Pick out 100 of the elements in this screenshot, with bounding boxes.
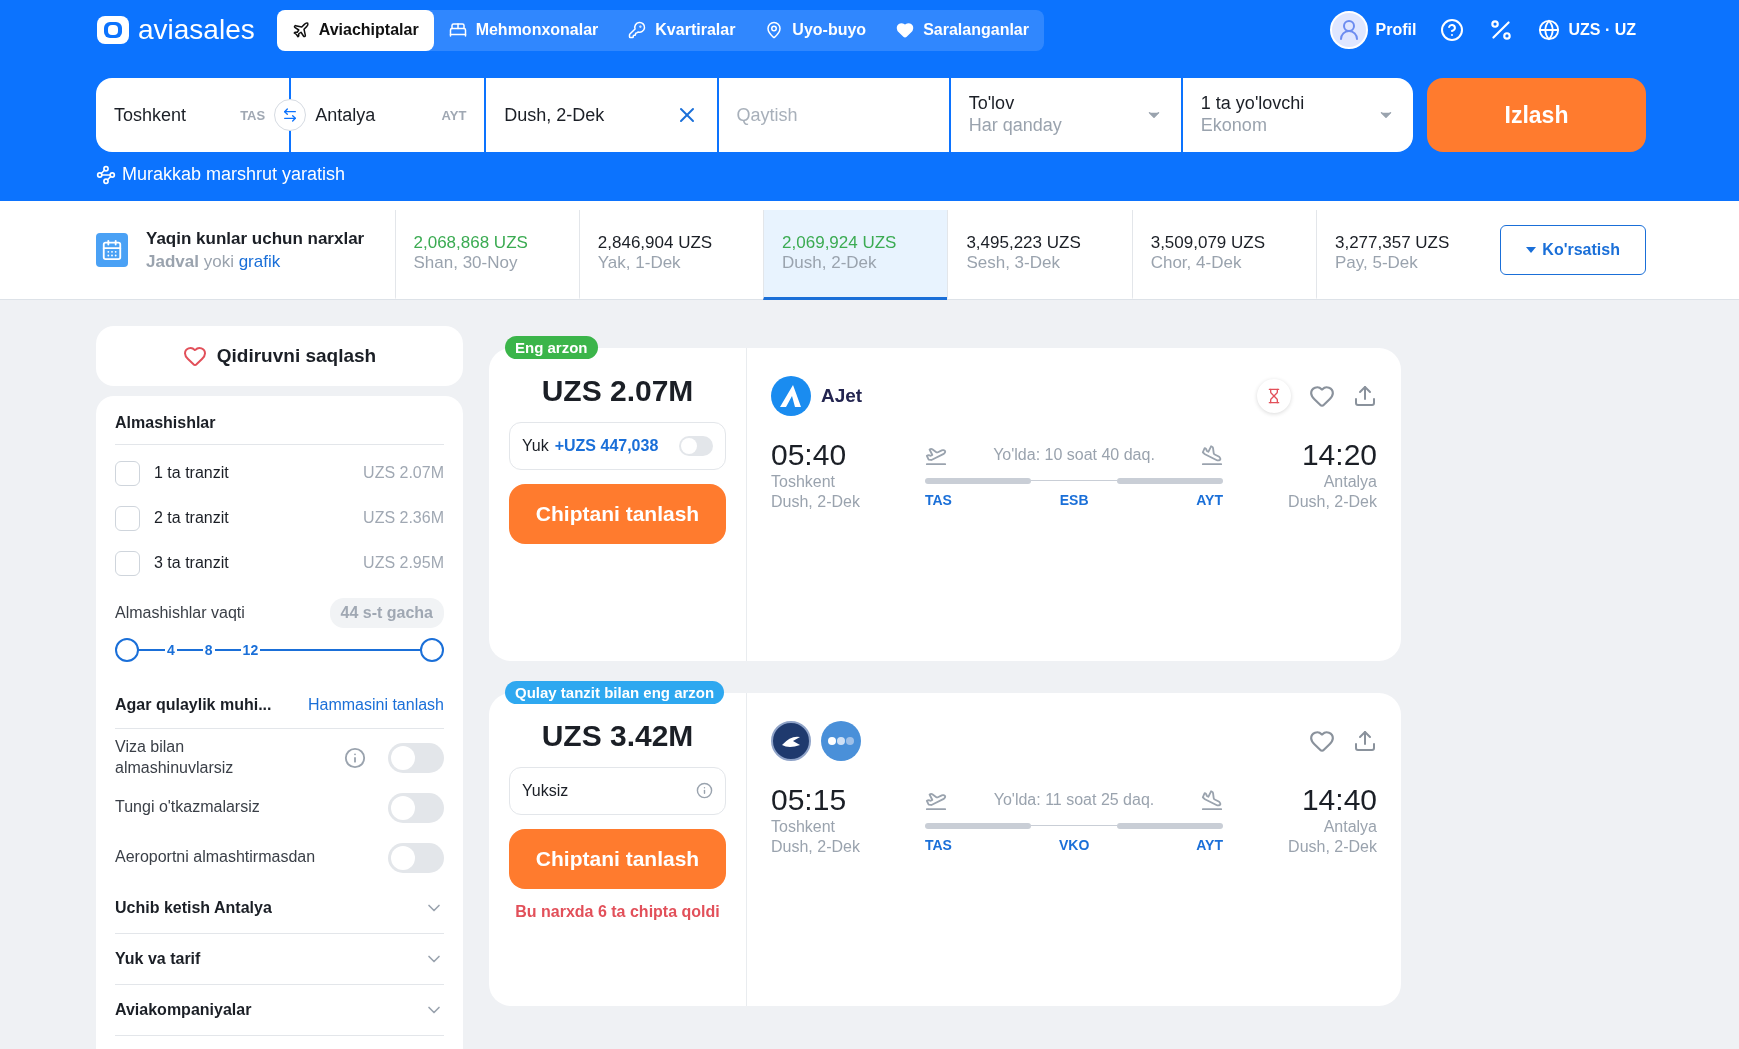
checkbox[interactable] <box>115 505 140 531</box>
arrival-time: 14:20 <box>1301 437 1377 472</box>
toggle-switch[interactable] <box>388 792 444 823</box>
ticket-price: UZS 2.07M <box>540 373 695 408</box>
destination-field[interactable]: Antalya AYT <box>291 78 485 152</box>
logo-icon <box>96 13 130 47</box>
payment-dropdown[interactable]: To'lov Har qanday <box>950 78 1181 152</box>
seats-left-warning: Bu narxda 6 ta chipta qoldi <box>514 902 721 921</box>
depart-date-field[interactable]: Dush, 2-Dek <box>486 78 717 152</box>
departure-city: Toshkent <box>771 816 836 837</box>
show-button[interactable]: Ko'rsatish <box>1500 225 1646 275</box>
chart-link[interactable]: grafik <box>238 251 281 271</box>
collapsible-section[interactable]: Yuk va tarif <box>115 933 444 985</box>
airline-logo <box>771 375 811 416</box>
date-price-tab[interactable]: 2,069,924 UZS Dush, 2-Dek <box>763 209 948 300</box>
avatar-icon <box>1329 11 1368 49</box>
collapsible-section[interactable]: Uchib ketish Antalya <box>115 882 444 934</box>
save-search-button[interactable]: Qidiruvni saqlash <box>96 325 463 386</box>
departure-date: Dush, 2-Dek <box>771 492 860 513</box>
transfer-time-badge: 44 s-t gacha <box>329 597 444 628</box>
origin-field[interactable]: Toshkent TAS <box>96 78 290 152</box>
nav-tab[interactable]: Uyo-buyo <box>750 9 882 51</box>
collapsible-section[interactable]: Aviakompaniyalar <box>115 984 444 1036</box>
nav-tab[interactable]: Aviachiptalar <box>276 9 434 51</box>
date-price-tab[interactable]: 2,068,868 UZS Shan, 30-Noy <box>394 209 579 300</box>
profile-button[interactable]: Profil <box>1329 11 1417 49</box>
ticket-badge: Eng arzon <box>505 335 598 359</box>
toggle-switch[interactable] <box>388 742 444 773</box>
airport-code: TAS <box>925 836 952 853</box>
favorites-icon <box>896 21 915 39</box>
arrival-city: Antalya <box>1323 816 1377 837</box>
share-icon[interactable] <box>1353 383 1377 408</box>
arrival-city: Antalya <box>1323 471 1377 492</box>
landing-icon <box>1201 443 1223 466</box>
baggage-option[interactable]: Yuk +UZS 447,038 <box>509 421 726 470</box>
airport-code: VKO <box>1058 836 1090 853</box>
select-ticket-button[interactable]: Chiptani tanlash <box>509 483 726 544</box>
checkbox[interactable] <box>115 460 140 486</box>
share-icon[interactable] <box>1353 728 1377 753</box>
section-title: Almashishlar <box>115 409 444 445</box>
nav-tab[interactable]: Saralanganlar <box>881 9 1044 51</box>
ticket-badge: Qulay tanzit bilan eng arzon <box>505 680 725 704</box>
arrival-time: 14:40 <box>1301 782 1377 817</box>
caret-icon <box>1526 247 1537 253</box>
baggage-toggle[interactable] <box>679 435 713 456</box>
calendar-icon <box>96 233 128 267</box>
nav-tab[interactable]: Mehmonxonalar <box>433 9 614 51</box>
complex-route-link[interactable]: Murakkab marshrut yaratish <box>96 164 346 185</box>
departure-time: 05:15 <box>771 782 847 817</box>
or-text: yoki <box>203 251 234 271</box>
locale-button[interactable]: UZS · UZ <box>1538 19 1636 41</box>
select-ticket-button[interactable]: Chiptani tanlash <box>509 828 726 889</box>
airline-name: AJet <box>821 384 863 407</box>
checkbox-label: 1 ta tranzit <box>154 464 229 482</box>
help-icon[interactable] <box>1440 18 1465 42</box>
option-price: UZS 2.36M <box>363 509 444 527</box>
swap-icon <box>282 107 299 123</box>
ticket-price: UZS 3.42M <box>540 718 695 753</box>
checkbox[interactable] <box>115 550 140 576</box>
baggage-label: Yuk <box>522 436 549 455</box>
airport-code: AYT <box>1196 491 1223 508</box>
baggage-option[interactable]: Yuksiz <box>509 766 726 815</box>
option-price: UZS 2.95M <box>363 554 444 572</box>
select-all-link[interactable]: Hammasini tanlash <box>307 695 444 714</box>
checkbox-label: 2 ta tranzit <box>154 509 229 527</box>
info-icon[interactable] <box>344 746 366 769</box>
baggage-price: +UZS 447,038 <box>554 436 659 455</box>
date-price-tab[interactable]: 3,495,223 UZS Sesh, 3-Dek <box>947 209 1132 300</box>
slider-thumb[interactable] <box>115 637 139 662</box>
section-title: Agar qulaylik muhi... <box>115 695 272 714</box>
date-price-tab[interactable]: 3,509,079 UZS Chor, 4-Dek <box>1131 209 1316 300</box>
landing-icon <box>1201 788 1223 811</box>
info-icon[interactable] <box>696 782 713 799</box>
calendar-title: Yaqin kunlar uchun narxlar <box>146 228 365 249</box>
hourglass-icon[interactable] <box>1257 378 1291 413</box>
departure-time: 05:40 <box>771 437 847 472</box>
more-airlines-icon <box>821 720 861 761</box>
arrival-date: Dush, 2-Dek <box>1288 837 1377 858</box>
apartments-icon <box>628 21 647 39</box>
airport-code: ESB <box>1059 491 1089 508</box>
tours-icon <box>765 21 784 39</box>
nav-tab[interactable]: Kvartiralar <box>613 9 751 51</box>
hotels-icon <box>448 21 467 39</box>
toggle-label: Viza bilan almashinuvlarsiz <box>115 736 235 778</box>
route-icon <box>96 164 116 185</box>
airport-code: AYT <box>1196 836 1223 853</box>
globe-icon <box>1538 19 1561 41</box>
toggle-switch[interactable] <box>388 842 444 873</box>
flights-icon <box>291 21 310 39</box>
departure-city: Toshkent <box>771 471 836 492</box>
table-label[interactable]: Jadval <box>146 251 199 271</box>
slider-thumb[interactable] <box>420 637 444 662</box>
toggle-label: Tungi o'tkazmalarsiz <box>115 797 260 818</box>
flight-duration: Yo'lda: 11 soat 25 daq. <box>993 790 1155 809</box>
baggage-label: Yuksiz <box>522 781 570 800</box>
airport-code: TAS <box>925 491 952 508</box>
passengers-dropdown[interactable]: 1 ta yo'lovchi Ekonom <box>1182 78 1413 152</box>
option-price: UZS 2.07M <box>363 464 444 482</box>
search-button[interactable]: Izlash <box>1427 78 1646 152</box>
logo-text[interactable]: aviasales <box>138 14 255 46</box>
